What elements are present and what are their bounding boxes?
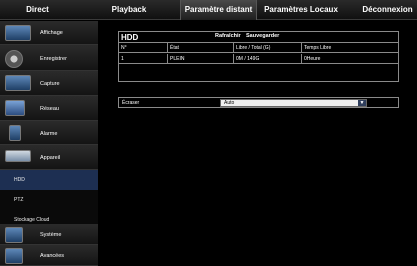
sidebar-item-systeme[interactable]: Système bbox=[0, 224, 98, 245]
system-icon bbox=[5, 227, 23, 243]
sidebar-item-appareil[interactable]: Appareil bbox=[0, 145, 98, 170]
sidebar-subitem-ptz[interactable]: PTZ bbox=[0, 190, 98, 210]
sidebar-item-avancees[interactable]: Avancées bbox=[0, 245, 98, 266]
sidebar-item-label: Avancées bbox=[40, 253, 65, 259]
sidebar-item-label: Affichage bbox=[40, 30, 63, 36]
sidebar-item-label: Enregistrer bbox=[40, 56, 67, 62]
sidebar-item-label: Alarme bbox=[40, 131, 58, 137]
top-navigation-bar: Direct Playback Paramètre distant Paramè… bbox=[0, 0, 417, 20]
sidebar-item-label: Système bbox=[40, 232, 62, 238]
tab-playback[interactable]: Playback bbox=[98, 0, 160, 20]
sidebar-item-enregistrer[interactable]: Enregistrer bbox=[0, 45, 98, 71]
tab-parametre-distant[interactable]: Paramètre distant bbox=[180, 0, 257, 20]
sidebar: Affichage Enregistrer Capture Réseau Ala… bbox=[0, 21, 98, 266]
table-row[interactable]: 1 PLEIN 0M / 149G 0Heure bbox=[119, 54, 398, 64]
sidebar-item-label: Appareil bbox=[40, 155, 61, 161]
tab-direct[interactable]: Direct bbox=[0, 0, 75, 20]
camera-capture-icon bbox=[5, 75, 31, 91]
sidebar-item-label: Capture bbox=[40, 81, 60, 87]
sidebar-subitem-hdd[interactable]: HDD bbox=[0, 170, 98, 190]
column-header-free-total: Libre / Total (G) bbox=[233, 43, 301, 53]
network-icon bbox=[5, 100, 25, 116]
cell-number: 1 bbox=[121, 56, 124, 62]
sidebar-item-affichage[interactable]: Affichage bbox=[0, 21, 98, 45]
sidebar-subitem-label: Stockage Cloud bbox=[14, 217, 50, 223]
overwrite-select[interactable]: Auto ▼ bbox=[220, 99, 367, 107]
cell-free-total: 0M / 149G bbox=[233, 54, 301, 64]
advanced-icon bbox=[5, 248, 23, 264]
device-icon bbox=[5, 150, 31, 162]
main-content: HDD Rafraîchir Sauvegarder N° État Libre… bbox=[100, 21, 417, 266]
tab-deconnexion[interactable]: Déconnexion bbox=[358, 0, 417, 20]
alarm-icon bbox=[9, 125, 21, 141]
column-header-free-time: Temps Libre bbox=[301, 43, 398, 53]
hdd-header: HDD Rafraîchir Sauvegarder bbox=[119, 32, 398, 43]
sidebar-subitem-label: PTZ bbox=[14, 197, 24, 203]
sidebar-item-alarme[interactable]: Alarme bbox=[0, 121, 98, 145]
overwrite-setting-row: Écraser Auto ▼ bbox=[118, 97, 399, 108]
monitor-icon bbox=[5, 25, 31, 41]
tab-parametres-locaux[interactable]: Paramètres Locaux bbox=[262, 0, 340, 20]
sidebar-item-label: Réseau bbox=[40, 106, 59, 112]
hdd-panel: HDD Rafraîchir Sauvegarder N° État Libre… bbox=[118, 31, 399, 82]
overwrite-label: Écraser bbox=[122, 100, 140, 106]
cell-state: PLEIN bbox=[167, 54, 233, 64]
sidebar-subitem-label: HDD bbox=[14, 177, 25, 183]
save-button[interactable]: Sauvegarder bbox=[246, 33, 279, 39]
sidebar-item-reseau[interactable]: Réseau bbox=[0, 96, 98, 121]
overwrite-select-value: Auto bbox=[224, 100, 235, 106]
column-header-state: État bbox=[167, 43, 233, 53]
chevron-down-icon[interactable]: ▼ bbox=[358, 100, 366, 106]
table-header-row: N° État Libre / Total (G) Temps Libre bbox=[119, 43, 398, 53]
film-reel-icon bbox=[5, 50, 23, 68]
column-header-number: N° bbox=[121, 45, 127, 51]
refresh-button[interactable]: Rafraîchir bbox=[215, 33, 241, 39]
page-title: HDD bbox=[121, 33, 139, 42]
sidebar-item-capture[interactable]: Capture bbox=[0, 71, 98, 96]
cell-free-time: 0Heure bbox=[301, 54, 398, 64]
